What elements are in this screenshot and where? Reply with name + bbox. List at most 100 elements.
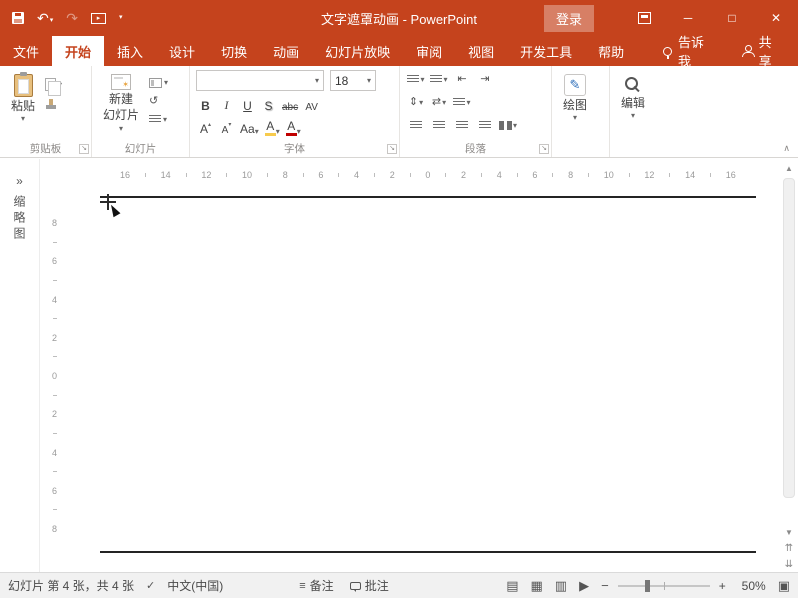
zoom-in-button[interactable]: + xyxy=(719,579,726,593)
caret-up-icon: ▴ xyxy=(208,122,212,128)
chevron-down-icon: ▾ xyxy=(366,76,371,85)
text-highlight-button[interactable]: A ▾ xyxy=(263,118,282,137)
slides-group-label: 幻灯片 xyxy=(124,143,157,155)
line-spacing-button[interactable]: ⇕ ▾ xyxy=(406,93,426,112)
numbering-button[interactable]: ▾ xyxy=(429,70,449,89)
sign-in-button[interactable]: 登录 xyxy=(543,4,594,32)
fit-to-window-button[interactable]: ▣ xyxy=(778,578,790,594)
tell-me-button[interactable]: 告诉我 xyxy=(651,35,728,69)
paragraph-dialog-launcher[interactable]: ↘ xyxy=(539,144,549,154)
tab-6[interactable]: 幻灯片放映 xyxy=(312,36,403,66)
next-slide-button[interactable]: ⇊ xyxy=(781,556,797,572)
zoom-out-button[interactable]: − xyxy=(601,578,609,593)
bullets-button[interactable]: ▾ xyxy=(406,70,426,89)
thumbnail-pane-collapsed[interactable]: » 缩略图 xyxy=(0,159,40,572)
ribbon-display-options-button[interactable] xyxy=(622,0,666,36)
text-shadow-button[interactable]: S xyxy=(259,95,278,114)
tab-10[interactable]: 帮助 xyxy=(585,36,637,66)
person-icon xyxy=(741,44,755,57)
align-center-icon xyxy=(433,121,445,130)
tab-9[interactable]: 开发工具 xyxy=(507,36,585,66)
font-dialog-launcher[interactable]: ↘ xyxy=(387,144,397,154)
undo-button[interactable]: ↶ ▾ xyxy=(37,11,53,25)
ruler-number: 8 xyxy=(51,218,57,228)
change-case-button[interactable]: Aa ▾ xyxy=(238,118,261,137)
slide-layout-button[interactable]: ▾ xyxy=(149,78,168,88)
tab-3[interactable]: 设计 xyxy=(156,36,208,66)
character-spacing-button[interactable]: AV xyxy=(302,95,321,114)
tab-1[interactable]: 开始 xyxy=(52,36,105,66)
zoom-slider[interactable] xyxy=(617,579,710,592)
increase-font-size-button[interactable]: A ▴ xyxy=(196,118,215,137)
tab-0[interactable]: 文件 xyxy=(0,36,52,66)
comments-button[interactable]: 批注 xyxy=(349,577,389,594)
customize-qat-button[interactable]: ▾ xyxy=(119,14,123,22)
vertical-scrollbar[interactable]: ▲ ▼ ⇈ ⇊ xyxy=(781,160,797,572)
line-spacing-icon: ⇕ xyxy=(408,96,419,108)
draw-button[interactable]: ✎ 绘图 ▾ xyxy=(558,70,592,124)
strikethrough-button[interactable]: abc xyxy=(280,95,300,114)
proofing-check-icon[interactable]: ✓ xyxy=(146,579,155,592)
bold-button[interactable]: B xyxy=(196,95,215,114)
tab-5[interactable]: 动画 xyxy=(260,36,312,66)
underline-button[interactable]: U xyxy=(238,95,257,114)
justify-button[interactable] xyxy=(475,116,495,135)
normal-view-button[interactable]: ▤ xyxy=(506,578,518,594)
clipboard-dialog-launcher[interactable]: ↘ xyxy=(79,144,89,154)
slide-show-button[interactable]: ▶ xyxy=(579,578,589,594)
align-text-button[interactable]: ▾ xyxy=(452,93,472,112)
share-button[interactable]: 共享 xyxy=(728,35,798,69)
decrease-indent-button[interactable]: ⇤ xyxy=(452,70,472,89)
slide-top-line-shape[interactable] xyxy=(100,196,756,198)
justify-icon xyxy=(479,121,491,130)
text-direction-button[interactable]: ⇄ ▾ xyxy=(429,93,449,112)
ruler-number: 12 xyxy=(201,169,212,180)
format-painter-button[interactable] xyxy=(45,99,62,111)
font-name-combobox[interactable]: ▾ xyxy=(196,70,324,91)
new-slide-button[interactable]: ✶ 新建 幻灯片 ▾ xyxy=(98,70,144,135)
columns-button[interactable]: ▾ xyxy=(498,116,518,135)
font-size-combobox[interactable]: 18 ▾ xyxy=(330,70,376,91)
scroll-up-button[interactable]: ▲ xyxy=(781,160,797,176)
redo-button[interactable]: ↷ xyxy=(66,11,78,25)
comment-icon xyxy=(349,581,361,592)
collapse-ribbon-button[interactable]: ∧ xyxy=(783,143,790,154)
tab-4[interactable]: 切换 xyxy=(208,36,260,66)
align-center-button[interactable] xyxy=(429,116,449,135)
align-left-button[interactable] xyxy=(406,116,426,135)
slide-bottom-line-shape[interactable] xyxy=(100,551,756,553)
minimize-button[interactable]: ─ xyxy=(666,0,710,36)
expand-pane-icon[interactable]: » xyxy=(16,175,23,187)
caret-down-icon: ▾ xyxy=(228,122,232,128)
scrollbar-track[interactable] xyxy=(781,176,797,524)
previous-slide-button[interactable]: ⇈ xyxy=(781,540,797,556)
zoom-slider-thumb[interactable] xyxy=(645,579,651,592)
title-bar: ↶ ▾ ↷ ▸ ▾ 文字遮罩动画 - PowerPoint 登录 ─ □ ✕ xyxy=(0,0,798,36)
slide-sorter-view-button[interactable]: ▦ xyxy=(531,578,543,594)
increase-indent-button[interactable]: ⇥ xyxy=(475,70,495,89)
save-icon[interactable] xyxy=(12,12,24,24)
paste-button[interactable]: 粘贴 ▾ xyxy=(6,70,40,125)
tab-7[interactable]: 审阅 xyxy=(403,36,455,66)
copy-button[interactable]: ▾ xyxy=(45,78,62,96)
scrollbar-thumb[interactable] xyxy=(783,178,795,499)
start-slideshow-button[interactable]: ▸ xyxy=(90,12,106,24)
clipboard-group: 粘贴 ▾ ▾ 剪贴板 ↘ xyxy=(0,66,92,157)
language-indicator[interactable]: 中文(中国) xyxy=(167,577,223,594)
notes-button[interactable]: ≡ 备注 xyxy=(299,577,333,594)
editing-button[interactable]: 编辑 ▾ xyxy=(616,70,650,122)
reset-slide-button[interactable]: ↺ xyxy=(149,96,168,107)
ruler-tick xyxy=(409,172,411,177)
reading-view-button[interactable]: ▥ xyxy=(555,578,567,594)
italic-button[interactable]: I xyxy=(217,95,236,114)
scroll-down-button[interactable]: ▼ xyxy=(781,524,797,540)
font-color-button[interactable]: A ▾ xyxy=(284,118,303,137)
align-right-button[interactable] xyxy=(452,116,472,135)
tab-2[interactable]: 插入 xyxy=(104,36,156,66)
tab-8[interactable]: 视图 xyxy=(455,36,507,66)
maximize-button[interactable]: □ xyxy=(710,0,754,36)
section-button[interactable]: ▾ xyxy=(149,115,168,124)
close-button[interactable]: ✕ xyxy=(754,0,798,36)
zoom-level[interactable]: 50% xyxy=(732,579,766,593)
decrease-font-size-button[interactable]: A ▾ xyxy=(217,118,236,137)
